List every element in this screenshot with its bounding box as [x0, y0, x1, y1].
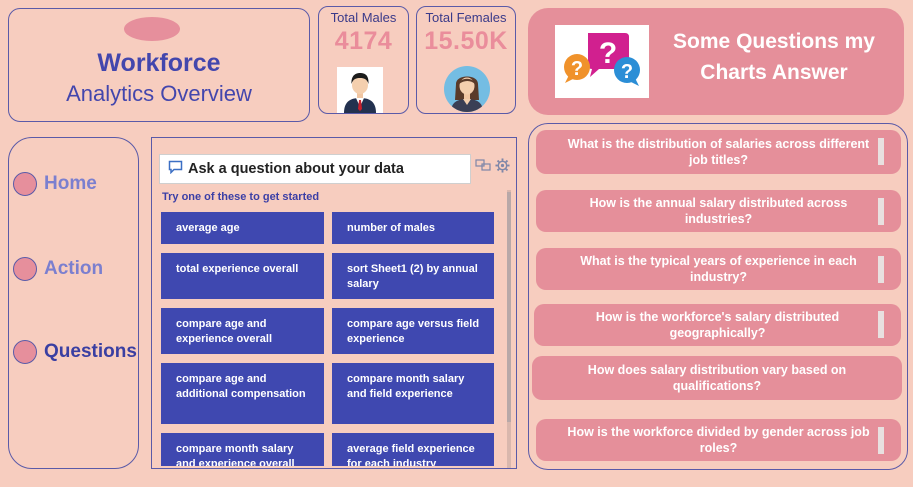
question-handle	[878, 427, 884, 454]
kpi-label: Total Females	[425, 10, 507, 25]
suggestion-button[interactable]: average age	[161, 212, 324, 244]
svg-text:?: ?	[599, 37, 617, 70]
question-text: How does salary distribution vary based …	[587, 363, 847, 393]
question-text: How is the annual salary distributed acr…	[589, 196, 848, 226]
question-handle	[878, 138, 884, 165]
suggestion-button[interactable]: compare month salary and field experienc…	[332, 363, 494, 424]
page-subtitle: Analytics Overview	[66, 81, 252, 106]
qa-scrollbar[interactable]	[507, 190, 511, 468]
svg-text:?: ?	[571, 58, 583, 80]
nav-label: Action	[44, 258, 104, 279]
kpi-card-males: Total Males 4174	[318, 6, 409, 114]
suggestion-button[interactable]: sort Sheet1 (2) by annual salary	[332, 253, 494, 299]
question-handle	[878, 256, 884, 283]
header-title: Some Questions my Charts Answer	[673, 30, 875, 84]
suggestion-button[interactable]: compare age and experience overall	[161, 308, 324, 354]
male-avatar-icon	[337, 67, 383, 113]
kpi-label: Total Males	[330, 10, 397, 25]
question-button[interactable]: How is the workforce's salary distribute…	[534, 304, 901, 346]
question-button[interactable]: How does salary distribution vary based …	[532, 356, 902, 400]
kpi-value: 4174	[334, 27, 393, 55]
question-text: What is the typical years of experience …	[580, 254, 857, 284]
qa-toolbar	[475, 158, 510, 178]
suggestion-button[interactable]: total experience overall	[161, 253, 324, 299]
nav-label: Questions	[44, 341, 137, 362]
nav-item-questions[interactable]: Questions	[13, 340, 137, 364]
qa-scrollbar-thumb[interactable]	[507, 192, 511, 422]
nav-dot-icon	[13, 172, 37, 196]
question-button[interactable]: What is the distribution of salaries acr…	[536, 130, 901, 174]
qa-input-placeholder: Ask a question about your data	[188, 161, 404, 177]
question-text: How is the workforce divided by gender a…	[567, 425, 870, 455]
suggestion-button[interactable]: compare age versus field experience	[332, 308, 494, 354]
questions-panel: What is the distribution of salaries acr…	[528, 123, 908, 470]
qa-visual: Ask a question about your data Try one o…	[151, 137, 517, 469]
question-button[interactable]: What is the typical years of experience …	[536, 248, 901, 290]
page-title: Workforce	[97, 49, 221, 77]
qa-hint: Try one of these to get started	[162, 191, 320, 203]
question-handle	[878, 198, 884, 225]
question-button[interactable]: How is the workforce divided by gender a…	[536, 419, 901, 461]
question-text: What is the distribution of salaries acr…	[567, 137, 870, 167]
kpi-value: 15.50K	[424, 27, 508, 55]
suggestion-button[interactable]: compare month salary and experience over…	[161, 433, 324, 466]
female-avatar-icon	[444, 66, 490, 112]
decorative-oval	[124, 17, 180, 41]
nav-dot-icon	[13, 257, 37, 281]
question-button[interactable]: How is the annual salary distributed acr…	[536, 190, 901, 232]
chat-bubble-icon	[168, 160, 183, 179]
title-card: Workforce Analytics Overview	[8, 8, 310, 122]
nav-panel: Home Action Questions	[8, 137, 139, 469]
question-text: How is the workforce's salary distribute…	[595, 310, 840, 340]
convert-to-visual-icon[interactable]	[475, 158, 491, 178]
suggestion-button[interactable]: compare age and additional compensation	[161, 363, 324, 424]
nav-item-action[interactable]: Action	[13, 257, 103, 281]
kpi-card-females: Total Females 15.50K	[416, 6, 516, 114]
suggestion-button[interactable]: number of males	[332, 212, 494, 244]
nav-item-home[interactable]: Home	[13, 172, 97, 196]
question-handle	[878, 311, 884, 338]
qa-question-input[interactable]: Ask a question about your data	[159, 154, 471, 184]
questions-header-banner: ? ? ? Some Questions my Charts Answer	[528, 8, 904, 115]
nav-label: Home	[44, 173, 97, 194]
suggestion-button[interactable]: average field experience for each indust…	[332, 433, 494, 466]
settings-gear-icon[interactable]	[495, 158, 510, 178]
question-bubbles-icon: ? ? ?	[555, 25, 649, 98]
svg-text:?: ?	[621, 61, 633, 83]
nav-dot-icon	[13, 340, 37, 364]
